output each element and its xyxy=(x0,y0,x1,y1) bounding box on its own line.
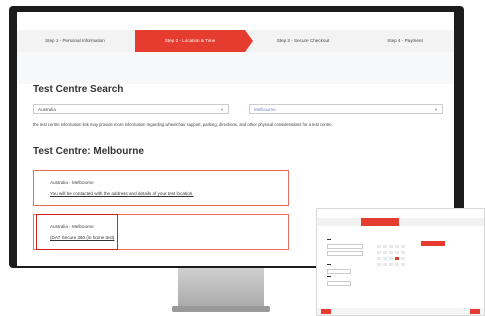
calendar-cell xyxy=(383,251,387,254)
calendar-cell xyxy=(377,251,381,254)
calendar-cell xyxy=(389,251,393,254)
calendar-cell xyxy=(383,257,387,260)
calendar-cell xyxy=(377,257,381,260)
card-location-name: Australia - Melbourne xyxy=(50,180,94,185)
thumbnail-screenshot xyxy=(316,208,485,316)
thumb-step xyxy=(445,218,483,226)
thumb-label xyxy=(327,264,331,265)
thumb-footer xyxy=(317,308,484,315)
thumb-field xyxy=(327,269,351,274)
calendar-cell xyxy=(377,263,381,266)
country-select-value: Australia xyxy=(38,107,56,112)
monitor-stand-neck xyxy=(178,268,264,308)
test-centre-search-title: Test Centre Search xyxy=(33,84,124,95)
calendar-cell xyxy=(401,251,405,254)
thumb-steps-bar xyxy=(317,218,484,226)
thumb-next-button xyxy=(470,309,480,314)
calendar-cell xyxy=(395,251,399,254)
thumb-step-active xyxy=(361,218,399,226)
thumb-time-button xyxy=(421,241,445,246)
calendar-cell xyxy=(395,245,399,248)
thumb-calendar xyxy=(377,239,409,283)
step-personal-information[interactable]: Step 1 - Personal Information xyxy=(25,30,125,52)
calendar-cell-selected xyxy=(395,257,399,260)
test-centre-info-note: the test centre information link may pro… xyxy=(33,122,333,127)
thumb-label xyxy=(327,276,331,277)
calendar-cell xyxy=(395,263,399,266)
step-secure-checkout[interactable]: Step 3 - Secure Checkout xyxy=(255,30,351,52)
steps-bar: Step 1 - Personal Information Step 2 - L… xyxy=(17,30,454,52)
city-select[interactable]: Melbourne ▼ xyxy=(249,104,443,114)
calendar-cell xyxy=(377,245,381,248)
calendar-cell xyxy=(389,257,393,260)
calendar-cell xyxy=(401,263,405,266)
chevron-down-icon: ▼ xyxy=(220,107,224,112)
thumb-step xyxy=(403,218,441,226)
step-payment[interactable]: Step 4 - Payment xyxy=(361,30,449,52)
card-details-link[interactable]: You will be contacted with the address a… xyxy=(50,191,194,196)
thumb-field xyxy=(327,244,363,249)
calendar-cell xyxy=(389,245,393,248)
thumb-back-button xyxy=(321,309,331,314)
test-centre-card[interactable]: Australia - Melbourne You will be contac… xyxy=(33,170,289,206)
calendar-cell xyxy=(383,245,387,248)
thumb-step xyxy=(321,218,357,226)
city-select-value: Melbourne xyxy=(254,107,276,112)
step-location-time[interactable]: Step 2 - Location & Time xyxy=(135,30,253,52)
highlight-box xyxy=(36,214,118,250)
country-select[interactable]: Australia ▼ xyxy=(33,104,229,114)
calendar-cell xyxy=(401,245,405,248)
thumb-field xyxy=(327,251,363,256)
section-band xyxy=(17,52,454,84)
thumb-label xyxy=(327,239,331,240)
chevron-down-icon: ▼ xyxy=(434,107,438,112)
calendar-cell xyxy=(389,263,393,266)
test-centre-melbourne-title: Test Centre: Melbourne xyxy=(33,146,144,157)
calendar-cell xyxy=(383,263,387,266)
monitor-stand-base xyxy=(172,306,270,312)
thumb-field xyxy=(327,281,351,286)
calendar-cell xyxy=(401,257,405,260)
